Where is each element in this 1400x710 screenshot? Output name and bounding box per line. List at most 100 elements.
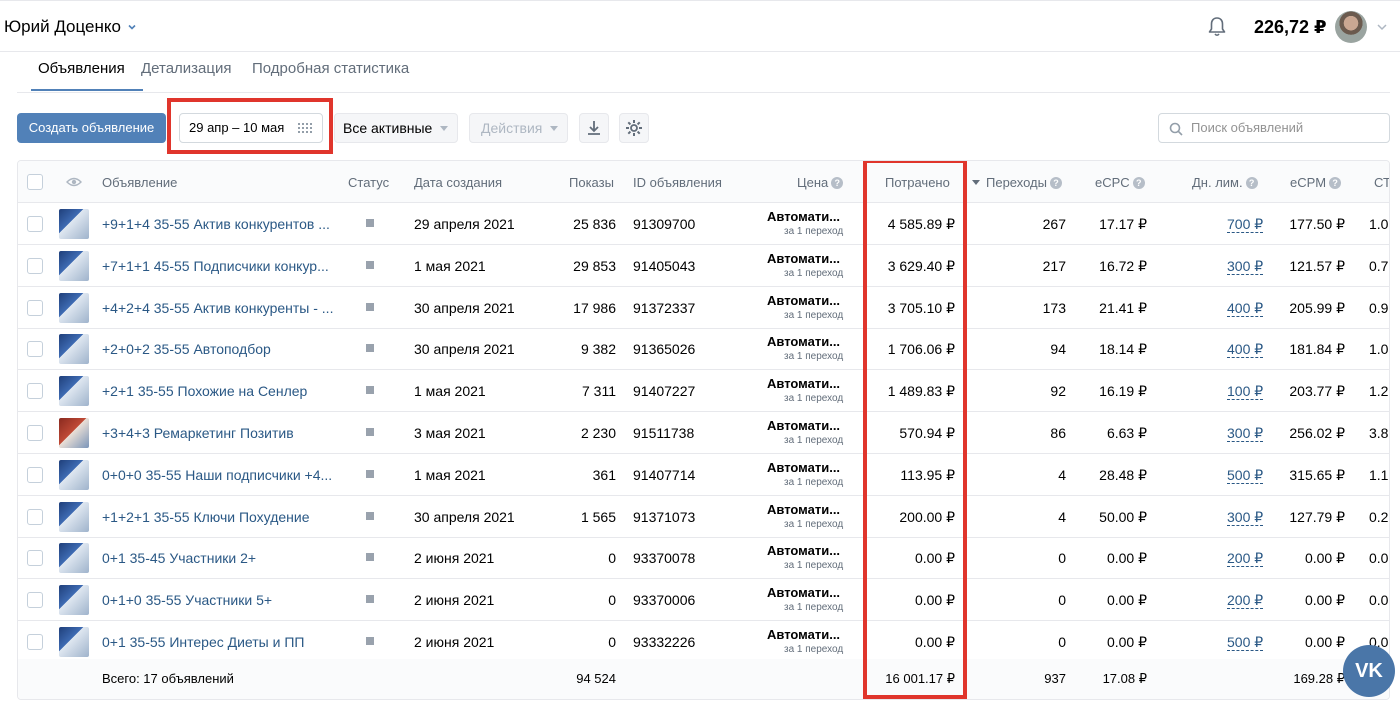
price-mode[interactable]: Автомати...	[767, 209, 840, 224]
table-row[interactable]: 0+0+0 35-55 Наши подписчики +4... 1 мая 2…	[18, 454, 1389, 496]
download-button[interactable]	[579, 113, 609, 143]
daily-limit-link[interactable]: 300 ₽	[1227, 257, 1264, 275]
status-filter-select[interactable]: Все активные	[334, 113, 458, 143]
date-range-picker[interactable]: 29 апр – 10 мая	[179, 113, 323, 143]
price-mode[interactable]: Автомати...	[767, 585, 840, 600]
price-mode[interactable]: Автомати...	[767, 627, 840, 642]
col-status[interactable]: Статус	[348, 175, 389, 190]
row-checkbox[interactable]	[27, 550, 43, 567]
price-mode[interactable]: Автомати...	[767, 376, 840, 391]
col-ad-id[interactable]: ID объявления	[633, 175, 722, 190]
ad-thumbnail[interactable]	[59, 292, 89, 323]
row-checkbox[interactable]	[27, 508, 43, 525]
price-mode[interactable]: Автомати...	[767, 251, 840, 266]
col-ecpm[interactable]: eCPM?	[1290, 175, 1342, 190]
table-row[interactable]: +3+4+3 Ремаркетинг Позитив 3 мая 2021 2 23…	[18, 412, 1389, 454]
col-price[interactable]: Цена?	[797, 175, 844, 190]
daily-limit-link[interactable]: 500 ₽	[1227, 466, 1264, 484]
help-icon[interactable]: ?	[831, 177, 844, 189]
row-checkbox[interactable]	[27, 634, 43, 650]
price-mode[interactable]: Автомати...	[767, 334, 840, 349]
ad-name-link[interactable]: 0+1 35-55 Интерес Диеты и ПП	[102, 634, 304, 650]
create-ad-button[interactable]: Создать объявление	[17, 113, 166, 143]
ad-name-link[interactable]: +4+2+4 35-55 Актив конкуренты - ...	[102, 300, 333, 316]
ad-name-link[interactable]: +7+1+1 45-55 Подписчики конкур...	[102, 258, 329, 274]
ad-name-link[interactable]: +2+0+2 35-55 Автоподбор	[102, 341, 271, 357]
status-icon[interactable]	[366, 637, 374, 645]
price-mode[interactable]: Автомати...	[767, 418, 840, 433]
avatar[interactable]	[1335, 11, 1367, 43]
vk-chat-button[interactable]: VK	[1343, 645, 1395, 697]
table-row[interactable]: +4+2+4 35-55 Актив конкуренты - ... 30 ап…	[18, 287, 1389, 329]
col-ad[interactable]: Объявление	[102, 175, 177, 190]
status-icon[interactable]	[366, 344, 374, 353]
account-switcher[interactable]: Юрий Доценко	[4, 17, 137, 37]
row-checkbox[interactable]	[27, 592, 43, 609]
table-row[interactable]: +1+2+1 35-55 Ключи Похудение 30 апреля 20…	[18, 496, 1389, 538]
col-clicks[interactable]: Переходы?	[972, 175, 1062, 190]
daily-limit-link[interactable]: 300 ₽	[1227, 508, 1264, 526]
status-icon[interactable]	[366, 386, 374, 395]
table-row[interactable]: 0+1 35-45 Участники 2+ 2 июня 2021 0 933700…	[18, 537, 1389, 580]
ad-name-link[interactable]: +1+2+1 35-55 Ключи Похудение	[102, 509, 310, 525]
bell-icon[interactable]	[1205, 15, 1229, 39]
ad-thumbnail[interactable]	[59, 418, 89, 448]
select-all-checkbox[interactable]	[27, 174, 43, 190]
eye-icon[interactable]	[66, 176, 82, 188]
actions-select[interactable]: Действия	[469, 113, 568, 143]
row-checkbox[interactable]	[27, 466, 43, 483]
row-checkbox[interactable]	[27, 383, 43, 400]
table-row[interactable]: 0+1 35-55 Интерес Диеты и ПП 2 июня 2021 0…	[18, 621, 1389, 663]
price-mode[interactable]: Автомати...	[767, 293, 840, 308]
ad-name-link[interactable]: 0+1 35-45 Участники 2+	[102, 550, 256, 566]
search-input[interactable]: Поиск объявлений	[1158, 113, 1390, 143]
tab-details[interactable]: Детализация	[141, 60, 232, 77]
ad-name-link[interactable]: 0+0+0 35-55 Наши подписчики +4...	[102, 467, 332, 483]
tab-detailed-stats[interactable]: Подробная статистика	[252, 60, 409, 77]
row-checkbox[interactable]	[27, 299, 43, 316]
ad-name-link[interactable]: +9+1+4 35-55 Актив конкурентов ...	[102, 216, 330, 232]
help-icon[interactable]: ?	[1329, 177, 1342, 189]
help-icon[interactable]: ?	[1132, 177, 1145, 189]
ad-thumbnail[interactable]	[59, 209, 89, 239]
daily-limit-link[interactable]: 100 ₽	[1227, 383, 1264, 401]
daily-limit-link[interactable]: 500 ₽	[1227, 634, 1264, 651]
daily-limit-link[interactable]: 200 ₽	[1227, 592, 1264, 610]
daily-limit-link[interactable]: 700 ₽	[1227, 216, 1264, 233]
status-icon[interactable]	[366, 302, 374, 311]
price-mode[interactable]: Автомати...	[767, 543, 840, 558]
settings-button[interactable]	[619, 113, 649, 143]
daily-limit-link[interactable]: 400 ₽	[1227, 341, 1264, 359]
daily-limit-link[interactable]: 300 ₽	[1227, 425, 1264, 442]
ad-thumbnail[interactable]	[59, 543, 89, 574]
status-icon[interactable]	[366, 553, 374, 562]
col-daily-limit[interactable]: Дн. лим.?	[1192, 175, 1258, 190]
row-checkbox[interactable]	[27, 257, 43, 274]
table-row[interactable]: +9+1+4 35-55 Актив конкурентов ... 29 апр…	[18, 203, 1389, 245]
status-icon[interactable]	[366, 511, 374, 520]
ad-thumbnail[interactable]	[59, 376, 89, 407]
ad-thumbnail[interactable]	[59, 501, 89, 532]
status-icon[interactable]	[366, 260, 374, 269]
table-row[interactable]: 0+1+0 35-55 Участники 5+ 2 июня 2021 0 9337…	[18, 579, 1389, 622]
ad-thumbnail[interactable]	[59, 459, 89, 490]
table-row[interactable]: +2+1 35-55 Похожие на Сенлер 1 мая 2021 7 …	[18, 370, 1389, 413]
ad-name-link[interactable]: +3+4+3 Ремаркетинг Позитив	[102, 425, 294, 441]
ad-thumbnail[interactable]	[59, 627, 89, 657]
daily-limit-link[interactable]: 200 ₽	[1227, 550, 1264, 568]
help-icon[interactable]: ?	[1049, 177, 1062, 189]
ad-name-link[interactable]: +2+1 35-55 Похожие на Сенлер	[102, 383, 307, 399]
ad-thumbnail[interactable]	[59, 250, 89, 281]
status-icon[interactable]	[366, 469, 374, 478]
row-checkbox[interactable]	[27, 341, 43, 358]
table-row[interactable]: +2+0+2 35-55 Автоподбор 30 апреля 2021 9 3…	[18, 328, 1389, 371]
ad-thumbnail[interactable]	[59, 334, 89, 365]
row-checkbox[interactable]	[27, 216, 43, 232]
ad-name-link[interactable]: 0+1+0 35-55 Участники 5+	[102, 592, 272, 608]
status-icon[interactable]	[366, 219, 374, 227]
col-created[interactable]: Дата создания	[414, 175, 502, 190]
tab-ads[interactable]: Объявления	[38, 60, 125, 77]
col-ctr[interactable]: СТ	[1374, 175, 1389, 190]
col-impressions[interactable]: Показы	[569, 175, 614, 190]
daily-limit-link[interactable]: 400 ₽	[1227, 299, 1264, 317]
